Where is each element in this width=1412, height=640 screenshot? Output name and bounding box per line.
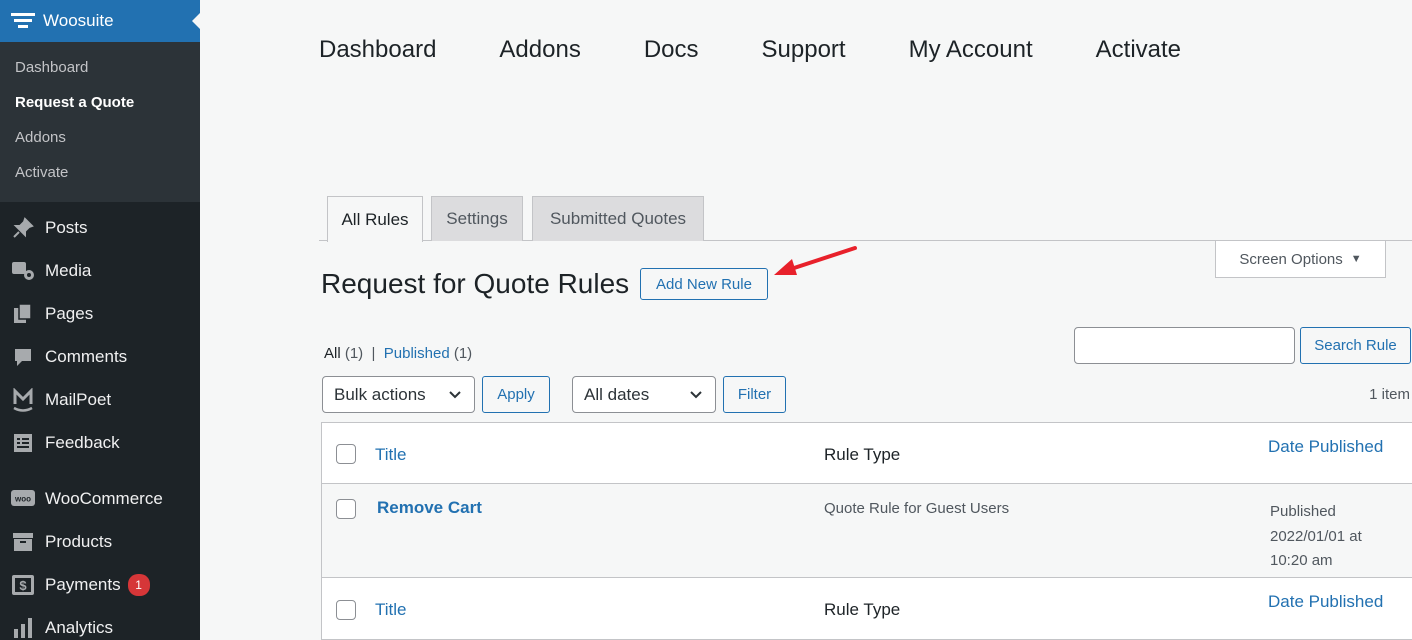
apply-button[interactable]: Apply bbox=[482, 376, 550, 413]
topnav-docs[interactable]: Docs bbox=[644, 36, 699, 64]
nav-tab-wrapper: All Rules Settings Submitted Quotes bbox=[319, 196, 1412, 242]
woo-icon: woo bbox=[10, 487, 36, 511]
filter-published-count: (1) bbox=[453, 345, 473, 362]
media-icon bbox=[10, 259, 36, 283]
admin-menu: Posts Media Pages Comments MailPoet Feed… bbox=[0, 202, 200, 640]
menu-item-payments[interactable]: $ Payments 1 bbox=[0, 563, 200, 606]
topnav-support[interactable]: Support bbox=[762, 36, 846, 64]
column-date-published-sort[interactable]: Date Published bbox=[1268, 437, 1383, 457]
products-icon bbox=[10, 530, 36, 554]
svg-text:$: $ bbox=[19, 578, 27, 593]
payments-count-badge: 1 bbox=[127, 573, 150, 596]
submenu-dashboard[interactable]: Dashboard bbox=[0, 50, 200, 85]
select-all-checkbox-footer[interactable] bbox=[336, 600, 356, 620]
bulk-actions-select[interactable]: Bulk actions bbox=[322, 376, 475, 413]
tab-all-rules[interactable]: All Rules bbox=[327, 196, 423, 242]
menu-item-posts[interactable]: Posts bbox=[0, 206, 200, 249]
admin-sidebar: Woosuite Dashboard Request a Quote Addon… bbox=[0, 0, 200, 640]
footer-column-rule-type: Rule Type bbox=[824, 600, 901, 619]
column-rule-type: Rule Type bbox=[824, 445, 901, 464]
filter-all-link[interactable]: All bbox=[324, 345, 341, 362]
topnav-activate[interactable]: Activate bbox=[1096, 36, 1181, 64]
screen-options-label: Screen Options bbox=[1239, 250, 1343, 268]
date-filter-value: All dates bbox=[584, 384, 650, 404]
pages-icon bbox=[10, 302, 36, 326]
menu-label-woocommerce: WooCommerce bbox=[45, 488, 163, 508]
add-new-rule-button[interactable]: Add New Rule bbox=[640, 268, 768, 300]
woosuite-menu-header[interactable]: Woosuite bbox=[0, 0, 200, 42]
screen-options-button[interactable]: Screen Options ▼ bbox=[1215, 241, 1386, 278]
rules-table: Title Rule Type Date Published Remove Ca… bbox=[321, 422, 1412, 640]
menu-label-pages: Pages bbox=[45, 303, 94, 323]
bulk-actions-value: Bulk actions bbox=[334, 384, 426, 404]
caret-down-icon: ▼ bbox=[1350, 253, 1362, 265]
mailpoet-icon bbox=[10, 387, 36, 412]
row-date-value: 2022/01/01 at bbox=[1270, 527, 1362, 545]
table-row: Remove Cart Quote Rule for Guest Users P… bbox=[322, 484, 1412, 578]
filter-all-count: (1) bbox=[344, 345, 364, 362]
menu-label-comments: Comments bbox=[45, 346, 128, 366]
footer-column-title-sort[interactable]: Title bbox=[375, 600, 407, 620]
filter-button[interactable]: Filter bbox=[723, 376, 786, 413]
menu-label-media: Media bbox=[45, 260, 92, 280]
filter-published-link[interactable]: Published bbox=[384, 345, 450, 362]
submenu-addons[interactable]: Addons bbox=[0, 120, 200, 155]
row-time-value: 10:20 am bbox=[1270, 552, 1333, 569]
select-all-checkbox[interactable] bbox=[336, 444, 356, 464]
date-filter-select[interactable]: All dates bbox=[572, 376, 716, 413]
row-title-link[interactable]: Remove Cart bbox=[377, 498, 482, 518]
table-footer-row: Title Rule Type Date Published bbox=[322, 578, 1412, 640]
search-rule-button[interactable]: Search Rule bbox=[1300, 327, 1411, 364]
menu-item-mailpoet[interactable]: MailPoet bbox=[0, 378, 200, 421]
chevron-down-icon bbox=[690, 391, 702, 399]
submenu-request-a-quote[interactable]: Request a Quote bbox=[0, 85, 200, 120]
submenu-activate[interactable]: Activate bbox=[0, 155, 200, 190]
tab-submitted-quotes[interactable]: Submitted Quotes bbox=[532, 196, 704, 241]
plugin-top-nav: Dashboard Addons Docs Support My Account… bbox=[319, 36, 1244, 64]
menu-label-analytics: Analytics bbox=[45, 617, 114, 637]
woosuite-icon bbox=[11, 13, 35, 28]
item-count: 1 item bbox=[1369, 386, 1410, 403]
menu-item-media[interactable]: Media bbox=[0, 249, 200, 292]
status-filter-links: All (1) | Published (1) bbox=[324, 345, 472, 362]
menu-label-payments: Payments bbox=[45, 574, 121, 594]
feedback-icon bbox=[10, 431, 36, 455]
row-checkbox[interactable] bbox=[336, 499, 356, 519]
comments-icon bbox=[10, 345, 36, 369]
menu-item-woocommerce[interactable]: woo WooCommerce bbox=[0, 477, 200, 520]
analytics-icon bbox=[10, 616, 36, 640]
menu-item-feedback[interactable]: Feedback bbox=[0, 421, 200, 464]
woosuite-title: Woosuite bbox=[43, 11, 114, 30]
menu-item-analytics[interactable]: Analytics bbox=[0, 606, 200, 640]
menu-item-comments[interactable]: Comments bbox=[0, 335, 200, 378]
table-header-row: Title Rule Type Date Published bbox=[322, 423, 1412, 484]
topnav-my-account[interactable]: My Account bbox=[909, 36, 1033, 64]
woosuite-submenu: Dashboard Request a Quote Addons Activat… bbox=[0, 42, 200, 202]
topnav-dashboard[interactable]: Dashboard bbox=[319, 36, 436, 64]
menu-separator bbox=[0, 464, 200, 477]
tab-settings[interactable]: Settings bbox=[431, 196, 523, 241]
row-status: Published bbox=[1270, 503, 1336, 520]
svg-text:woo: woo bbox=[14, 494, 31, 503]
annotation-arrow-icon bbox=[774, 246, 857, 275]
menu-item-pages[interactable]: Pages bbox=[0, 292, 200, 335]
row-date: Published 2022/01/01 at 10:20 am bbox=[1270, 500, 1362, 574]
payments-icon: $ bbox=[10, 573, 36, 597]
column-title-sort[interactable]: Title bbox=[375, 445, 407, 465]
pin-icon bbox=[10, 216, 36, 240]
menu-label-feedback: Feedback bbox=[45, 432, 120, 452]
chevron-down-icon bbox=[449, 391, 461, 399]
filter-separator: | bbox=[371, 345, 376, 362]
topnav-addons[interactable]: Addons bbox=[499, 36, 580, 64]
footer-column-date-published-sort[interactable]: Date Published bbox=[1268, 592, 1383, 612]
search-rule-input[interactable] bbox=[1074, 327, 1295, 364]
menu-label-posts: Posts bbox=[45, 217, 88, 237]
menu-item-products[interactable]: Products bbox=[0, 520, 200, 563]
menu-label-mailpoet: MailPoet bbox=[45, 389, 112, 409]
current-menu-notch bbox=[192, 13, 200, 29]
row-rule-type: Quote Rule for Guest Users bbox=[824, 500, 1010, 517]
menu-label-products: Products bbox=[45, 531, 113, 551]
page-title: Request for Quote Rules bbox=[321, 268, 630, 299]
